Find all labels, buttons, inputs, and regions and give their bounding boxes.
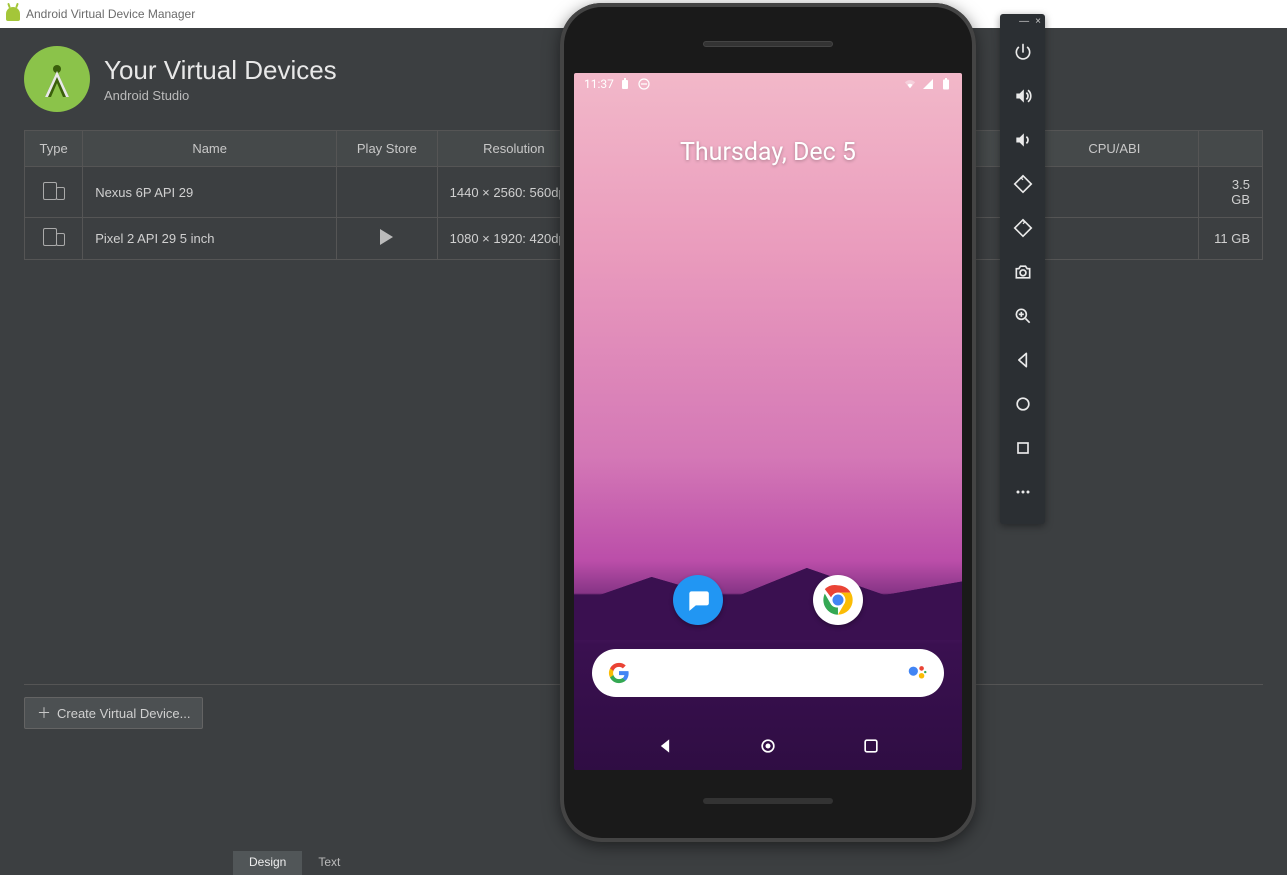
home-button[interactable]: [1000, 382, 1045, 426]
battery-icon: [940, 78, 952, 90]
tab-text[interactable]: Text: [302, 851, 356, 875]
ide-bottom-tabs: Design Text: [233, 851, 356, 875]
android-navbar: [574, 722, 962, 770]
plus-icon: ＋: [37, 703, 51, 723]
col-header-name[interactable]: Name: [83, 131, 337, 167]
google-search-bar[interactable]: [592, 649, 944, 697]
create-virtual-device-button[interactable]: ＋ Create Virtual Device...: [24, 697, 203, 729]
chin-speaker: [703, 798, 833, 804]
dnd-icon: [638, 78, 650, 90]
col-header-cpu[interactable]: CPU/ABI: [1030, 131, 1199, 167]
rotate-left-button[interactable]: [1000, 162, 1045, 206]
page-title: Your Virtual Devices: [104, 55, 337, 86]
zoom-button[interactable]: [1000, 294, 1045, 338]
device-size: 3.5 GB: [1199, 167, 1263, 218]
device-size: 11 GB: [1199, 218, 1263, 260]
emulator-toolbar: — ×: [1000, 14, 1045, 524]
volume-down-button[interactable]: [1000, 118, 1045, 162]
tab-design[interactable]: Design: [233, 851, 302, 875]
assistant-icon: [906, 662, 928, 684]
google-g-icon: [608, 662, 630, 684]
earpiece: [703, 41, 833, 47]
emulator-frame: 11:37 Thursday, Dec 5: [560, 3, 976, 842]
messages-app-icon[interactable]: [673, 575, 723, 625]
nav-recent-icon[interactable]: [861, 736, 881, 756]
rotate-right-button[interactable]: [1000, 206, 1045, 250]
toolbar-minimize-button[interactable]: —: [1019, 17, 1029, 27]
page-subtitle: Android Studio: [104, 88, 337, 103]
col-header-playstore[interactable]: Play Store: [337, 131, 438, 167]
device-name: Pixel 2 API 29 5 inch: [83, 218, 337, 260]
device-type-icon: [43, 228, 65, 246]
emulator-screen[interactable]: 11:37 Thursday, Dec 5: [574, 73, 962, 770]
signal-icon: [922, 78, 934, 90]
col-header-type[interactable]: Type: [25, 131, 83, 167]
home-date: Thursday, Dec 5: [574, 138, 962, 167]
android-icon: [6, 7, 20, 21]
android-studio-icon: [24, 46, 90, 112]
status-bar: 11:37: [574, 73, 962, 95]
screenshot-button[interactable]: [1000, 250, 1045, 294]
battery-small-icon: [620, 78, 632, 90]
device-type-icon: [43, 182, 65, 200]
volume-up-button[interactable]: [1000, 74, 1045, 118]
nav-home-icon[interactable]: [758, 736, 778, 756]
toolbar-close-button[interactable]: ×: [1035, 17, 1041, 27]
back-button[interactable]: [1000, 338, 1045, 382]
status-time: 11:37: [584, 77, 614, 91]
window-title: Android Virtual Device Manager: [26, 7, 195, 21]
create-button-label: Create Virtual Device...: [57, 706, 190, 721]
overview-button[interactable]: [1000, 426, 1045, 470]
power-button[interactable]: [1000, 30, 1045, 74]
wifi-icon: [904, 78, 916, 90]
device-name: Nexus 6P API 29: [83, 167, 337, 218]
more-button[interactable]: [1000, 470, 1045, 514]
nav-back-icon[interactable]: [655, 736, 675, 756]
chrome-app-icon[interactable]: [813, 575, 863, 625]
play-store-icon: [379, 234, 395, 249]
col-header-size[interactable]: [1199, 131, 1263, 167]
